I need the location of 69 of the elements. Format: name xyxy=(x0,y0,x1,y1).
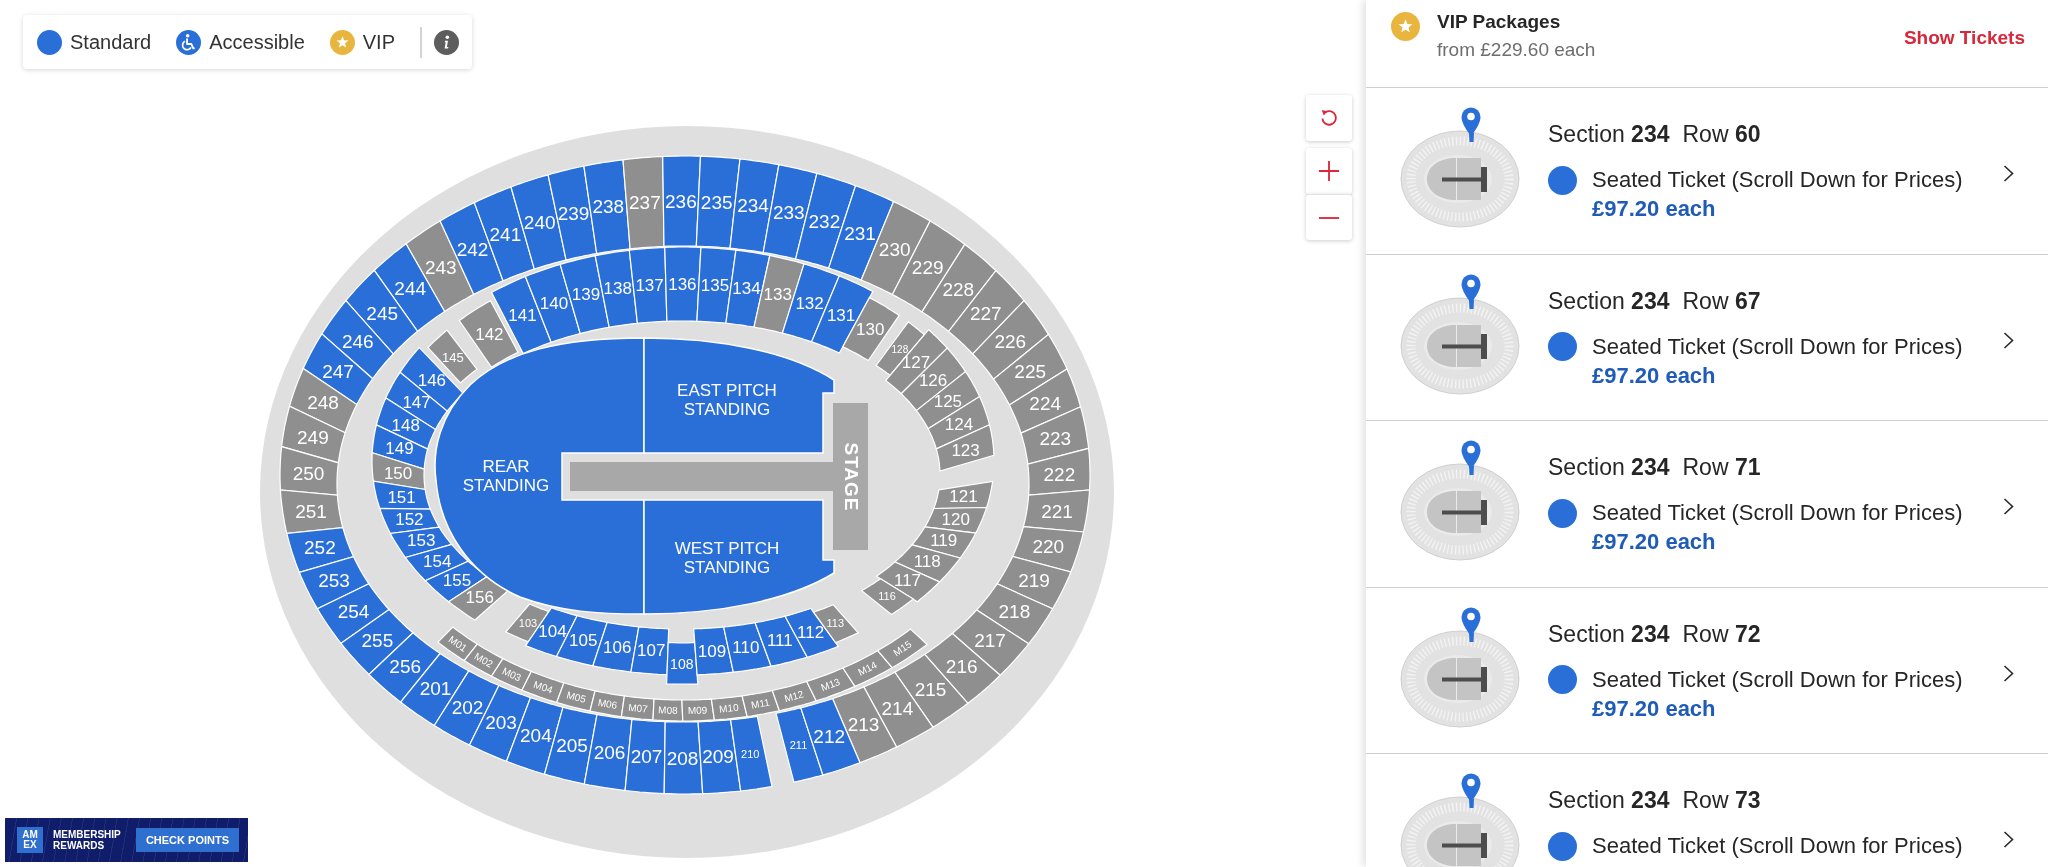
section-label: Section 234 xyxy=(1548,453,1670,481)
section-label: Section 234 xyxy=(1548,786,1670,814)
info-icon[interactable] xyxy=(434,29,460,55)
standing-area[interactable]: EAST PITCH STANDING xyxy=(643,337,835,454)
price-text: £97.20 each xyxy=(1592,694,1716,723)
show-tickets-link[interactable]: Show Tickets xyxy=(1903,27,2025,49)
ticket-type-dot-icon xyxy=(1548,498,1577,528)
zoom-in-button[interactable] xyxy=(1306,148,1352,194)
ticket-type-text: Seated Ticket (Scroll Down for Prices) xyxy=(1592,832,1963,860)
seat-section: M15 xyxy=(876,628,929,669)
rewards-banner[interactable]: AMEX MEMBERSHIP REWARDS CHECK POINTS xyxy=(5,818,248,862)
seat-section: 121 xyxy=(932,480,994,510)
ticket-listing[interactable]: Section 234 Row 67 Seated Ticket (Scroll Down for Prices) £97.20 each xyxy=(1366,254,2048,421)
ticket-type-dot-icon xyxy=(1548,165,1577,195)
map-pin-icon xyxy=(1461,773,1481,802)
stadium-icon xyxy=(1400,463,1520,561)
seat-section[interactable]: 236 xyxy=(662,155,702,248)
ticket-listing[interactable]: Section 234 Row 60 Seated Ticket (Scroll Down for Prices) £97.20 each xyxy=(1366,88,2048,255)
vip-price-text: from £229.60 each xyxy=(1437,38,1596,62)
seat-section[interactable]: 151 xyxy=(372,480,432,510)
ticket-type-dot-icon xyxy=(1548,332,1577,361)
ticket-listing[interactable]: Section 234 Row 72 Seated Ticket (Scroll Down for Prices) £97.20 each xyxy=(1366,587,2048,754)
ticket-type-text: Seated Ticket (Scroll Down for Prices) xyxy=(1592,332,1963,361)
chevron-right-icon xyxy=(2003,664,2014,682)
seat-section: M06 xyxy=(589,690,626,718)
plus-icon xyxy=(1318,160,1340,182)
seat-section: M08 xyxy=(652,698,684,722)
seat-section[interactable]: 208 xyxy=(663,721,704,795)
price-text: £97.20 each xyxy=(1592,528,1716,556)
map-pin-icon xyxy=(1461,274,1481,303)
map-pin-icon xyxy=(1461,607,1481,636)
price-text: £97.20 each xyxy=(1592,195,1716,223)
seat-section[interactable]: 107 xyxy=(630,626,670,676)
legend-label: Standard xyxy=(70,30,152,54)
row-label: Row 60 xyxy=(1682,120,1761,148)
row-label: Row 73 xyxy=(1682,786,1761,814)
chevron-right-icon xyxy=(2003,165,2014,182)
brand-logo: AMEX xyxy=(17,827,43,853)
ticket-type-dot-icon xyxy=(1548,665,1577,694)
map-pin-icon xyxy=(1461,440,1481,469)
stadium-icon xyxy=(1400,130,1520,228)
stadium-icon xyxy=(1400,630,1520,727)
ticket-listing[interactable]: Section 234 Row 73 Seated Ticket (Scroll Down for Prices) xyxy=(1366,754,2048,867)
reset-view-button[interactable] xyxy=(1306,95,1352,141)
chevron-right-icon xyxy=(2003,831,2014,848)
ticket-listing[interactable]: Section 234 Row 71 Seated Ticket (Scroll Down for Prices) £97.20 each xyxy=(1366,421,2048,588)
ticket-type-text: Seated Ticket (Scroll Down for Prices) xyxy=(1592,499,1963,527)
ticket-type-text: Seated Ticket (Scroll Down for Prices) xyxy=(1592,665,1963,694)
chevron-right-icon xyxy=(2003,331,2014,349)
map-pin-icon xyxy=(1461,107,1481,136)
stadium-icon xyxy=(1400,297,1520,394)
row-label: Row 67 xyxy=(1682,286,1761,315)
chevron-right-icon xyxy=(2003,498,2014,515)
legend-label: VIP xyxy=(362,30,396,54)
section-label: Section 234 xyxy=(1548,619,1670,648)
vip-packages-title: VIP Packages xyxy=(1437,10,1562,34)
ticket-type-text: Seated Ticket (Scroll Down for Prices) xyxy=(1592,166,1963,194)
standing-area[interactable]: WEST PITCH STANDING xyxy=(643,499,835,615)
rewards-title: MEMBERSHIP REWARDS xyxy=(53,829,122,851)
ticket-type-dot-icon xyxy=(1548,831,1577,861)
price-text: £97.20 each xyxy=(1592,361,1716,390)
row-label: Row 71 xyxy=(1682,453,1761,481)
row-label: Row 72 xyxy=(1682,619,1761,648)
minus-icon xyxy=(1318,215,1340,220)
legend-label: Accessible xyxy=(209,30,305,54)
section-label: Section 234 xyxy=(1548,120,1670,148)
check-points-button[interactable]: CHECK POINTS xyxy=(135,828,239,852)
section-label: Section 234 xyxy=(1548,286,1670,315)
seat-section[interactable]: 136 xyxy=(664,246,702,322)
